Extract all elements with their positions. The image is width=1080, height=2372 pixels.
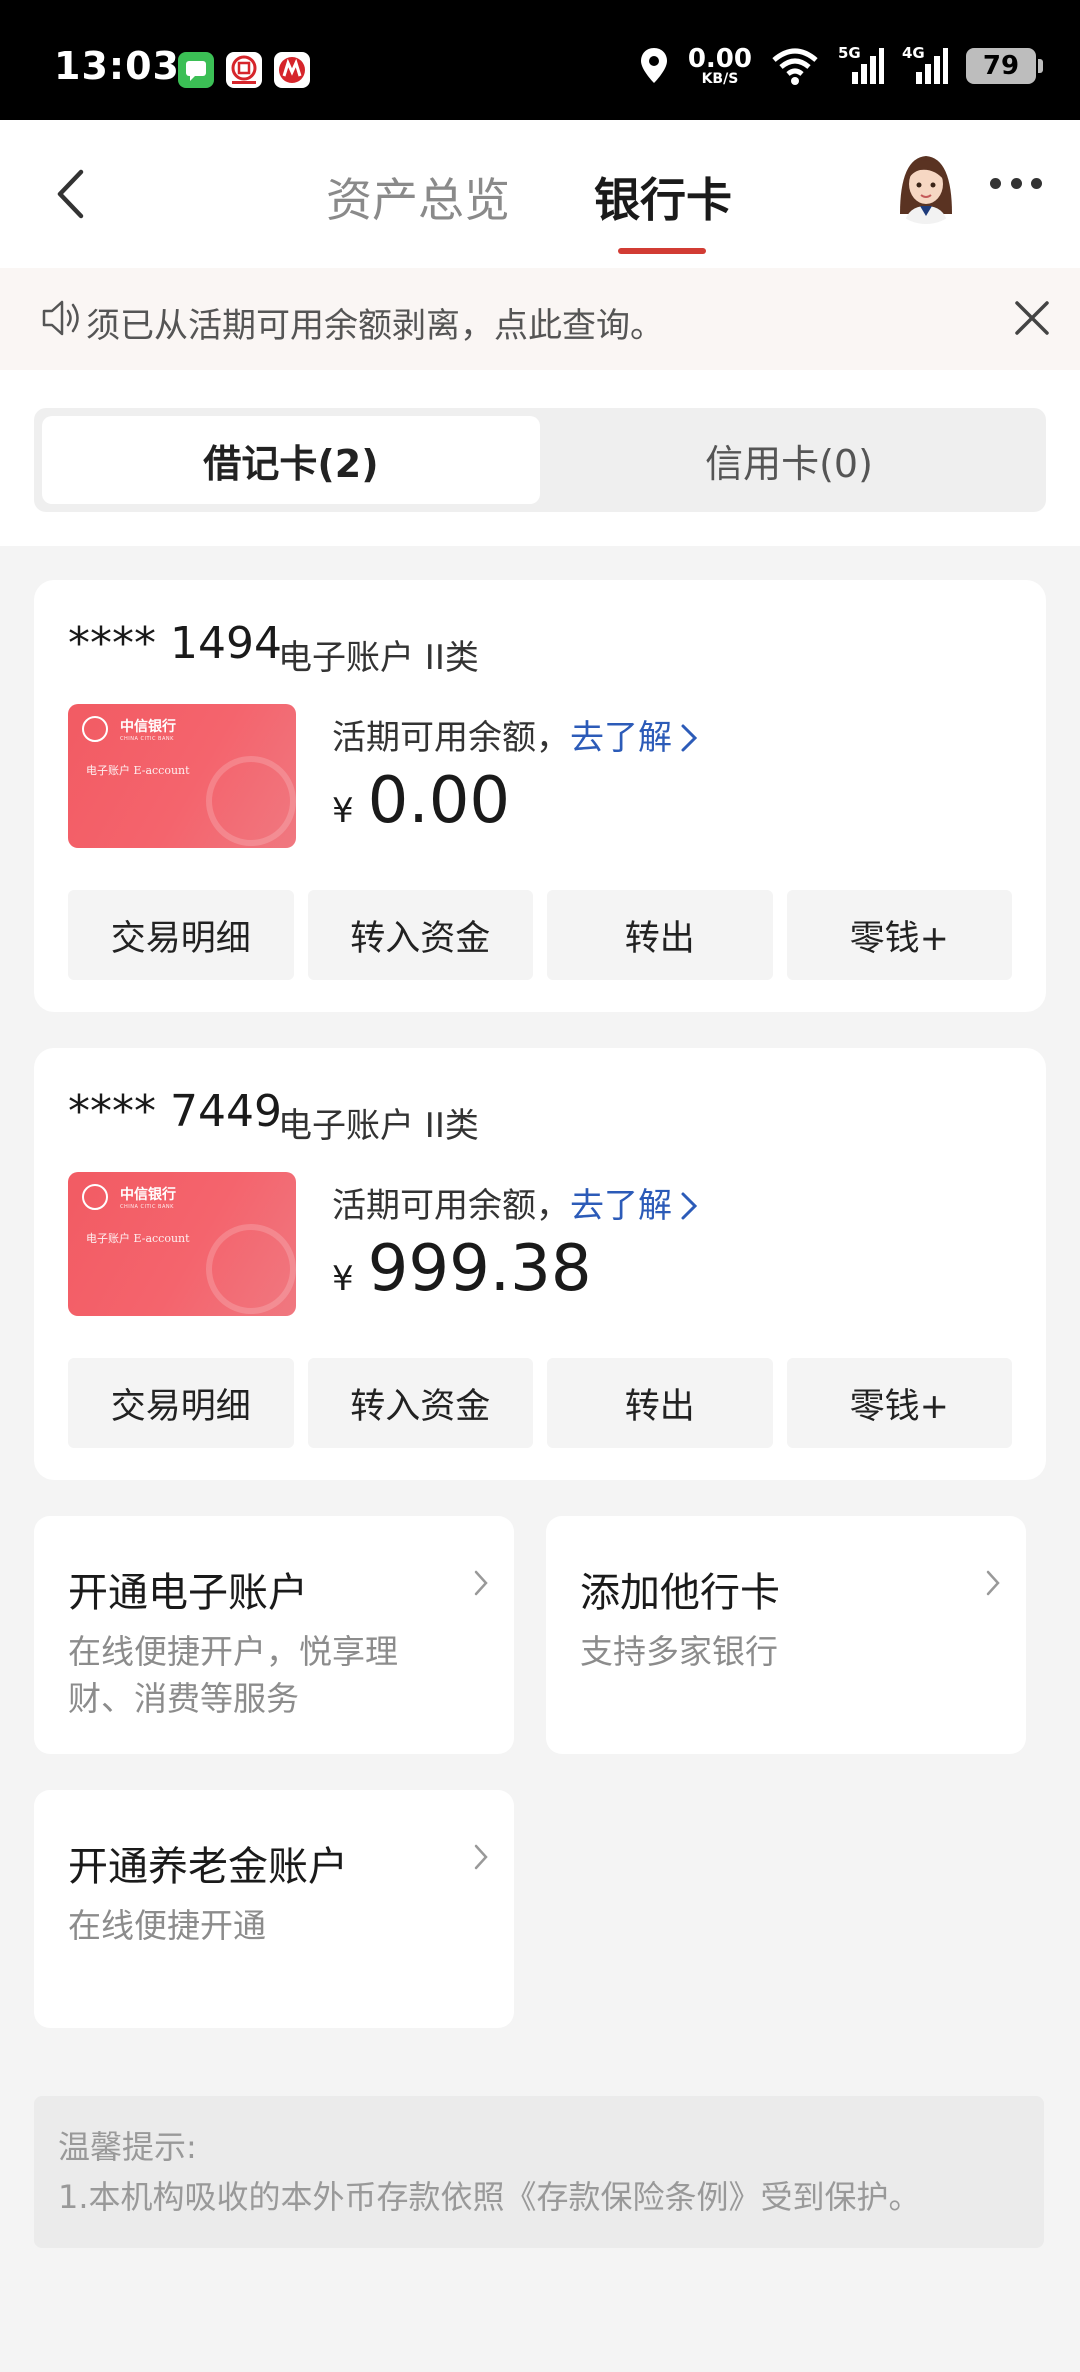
bank-app-icon — [226, 52, 262, 88]
chevron-right-icon — [986, 1570, 1000, 1596]
tab-asset-overview[interactable]: 资产总览 — [326, 164, 510, 230]
more-dot-icon — [1031, 177, 1042, 189]
card-type-switch: 借记卡(2) 信用卡(0) — [0, 370, 1080, 546]
tile-desc: 支持多家银行 — [580, 1632, 778, 1671]
balance-label: 活期可用余额，去了解 — [332, 710, 700, 759]
transfer-out-button[interactable]: 转出 — [547, 1358, 773, 1448]
tile-title: 开通养老金账户 — [68, 1844, 348, 1890]
signal-4g-icon: 4G — [902, 44, 948, 86]
open-pension-account-tile[interactable]: 开通养老金账户 在线便捷开通 — [34, 1790, 514, 2028]
card-image: 中信银行 CHINA CITIC BANK 电子账户 E-account — [68, 704, 296, 848]
tips-body: 1.本机构吸收的本外币存款依照《存款保险条例》受到保护。 — [58, 2178, 921, 2216]
learn-more-link[interactable]: 去了解 — [570, 1186, 672, 1226]
citic-logo-icon — [82, 716, 108, 742]
transfer-out-button[interactable]: 转出 — [547, 890, 773, 980]
wifi-icon — [772, 48, 818, 85]
account-actions: 交易明细 转入资金 转出 零钱+ — [68, 890, 1012, 980]
signal-5g-icon: 5G — [838, 44, 884, 86]
messages-app-icon — [178, 52, 214, 88]
notice-bar[interactable]: 须已从活期可用余额剥离，点此查询。 — [0, 268, 1080, 370]
tab-bank-card[interactable]: 银行卡 — [594, 164, 732, 230]
account-type: 电子账户 II类 — [278, 638, 479, 678]
tile-desc: 在线便捷开户，悦享理财、消费等服务 — [68, 1632, 398, 1718]
more-dot-icon — [990, 177, 1001, 189]
e-watermark-icon — [206, 756, 296, 846]
chevron-left-icon — [57, 169, 84, 219]
citic-logo-icon — [82, 1184, 108, 1210]
card-image: 中信银行 CHINA CITIC BANK 电子账户 E-account — [68, 1172, 296, 1316]
active-tab-indicator — [618, 248, 706, 254]
transfer-in-button[interactable]: 转入资金 — [307, 1358, 533, 1448]
net-speed: 0.00 KB/S — [687, 44, 752, 87]
assistant-avatar[interactable] — [886, 144, 966, 224]
account-card[interactable]: **** 1494 电子账户 II类 中信银行 CHINA CITIC BANK… — [34, 580, 1046, 1012]
learn-more-link[interactable]: 去了解 — [570, 718, 672, 758]
transaction-details-button[interactable]: 交易明细 — [68, 890, 294, 980]
small-change-plus-button[interactable]: 零钱+ — [786, 890, 1012, 980]
tips-box: 温馨提示: 1.本机构吸收的本外币存款依照《存款保险条例》受到保护。 — [34, 2096, 1044, 2248]
more-dot-icon — [1010, 177, 1022, 189]
status-right: 0.00 KB/S 5G 4G 79 — [638, 44, 1043, 88]
back-button[interactable] — [42, 156, 98, 232]
balance-label: 活期可用余额，去了解 — [332, 1178, 700, 1227]
chevron-right-icon — [681, 724, 698, 752]
account-type: 电子账户 II类 — [278, 1106, 479, 1146]
add-other-bank-card-tile[interactable]: 添加他行卡 支持多家银行 — [546, 1516, 1026, 1754]
tile-title: 开通电子账户 — [68, 1570, 308, 1616]
balance-amount: ¥999.38 — [332, 1232, 592, 1306]
speaker-icon — [42, 300, 79, 336]
close-icon[interactable] — [1012, 298, 1052, 338]
transfer-in-button[interactable]: 转入资金 — [307, 890, 533, 980]
chevron-right-icon — [474, 1844, 488, 1870]
account-number: **** 7449 — [68, 1086, 282, 1137]
account-card[interactable]: **** 7449 电子账户 II类 中信银行 CHINA CITIC BANK… — [34, 1048, 1046, 1480]
transaction-details-button[interactable]: 交易明细 — [68, 1358, 294, 1448]
tile-title: 添加他行卡 — [580, 1570, 780, 1616]
chevron-right-icon — [681, 1192, 698, 1220]
header: 资产总览 银行卡 — [0, 120, 1080, 268]
account-actions: 交易明细 转入资金 转出 零钱+ — [68, 1358, 1012, 1448]
account-number: **** 1494 — [68, 618, 282, 669]
battery-icon: 79 — [966, 48, 1043, 84]
tips-title: 温馨提示: — [58, 2128, 197, 2166]
merchants-bank-app-icon — [274, 52, 310, 88]
e-watermark-icon — [206, 1224, 296, 1314]
small-change-plus-button[interactable]: 零钱+ — [786, 1358, 1012, 1448]
notice-text: 须已从活期可用余额剥离，点此查询。 — [86, 306, 664, 346]
segment-control: 借记卡(2) 信用卡(0) — [34, 408, 1046, 512]
status-time: 13:03 — [54, 44, 180, 88]
balance-amount: ¥0.00 — [332, 764, 511, 838]
open-e-account-tile[interactable]: 开通电子账户 在线便捷开户，悦享理财、消费等服务 — [34, 1516, 514, 1754]
chevron-right-icon — [474, 1570, 488, 1596]
tab-credit-card[interactable]: 信用卡(0) — [540, 416, 1038, 504]
tab-debit-card[interactable]: 借记卡(2) — [42, 416, 540, 504]
status-bar: 13:03 0.00 KB/S 5G 4G 79 — [0, 0, 1080, 120]
tile-desc: 在线便捷开通 — [68, 1906, 266, 1945]
location-icon — [640, 48, 667, 83]
more-menu-button[interactable] — [990, 168, 1042, 198]
